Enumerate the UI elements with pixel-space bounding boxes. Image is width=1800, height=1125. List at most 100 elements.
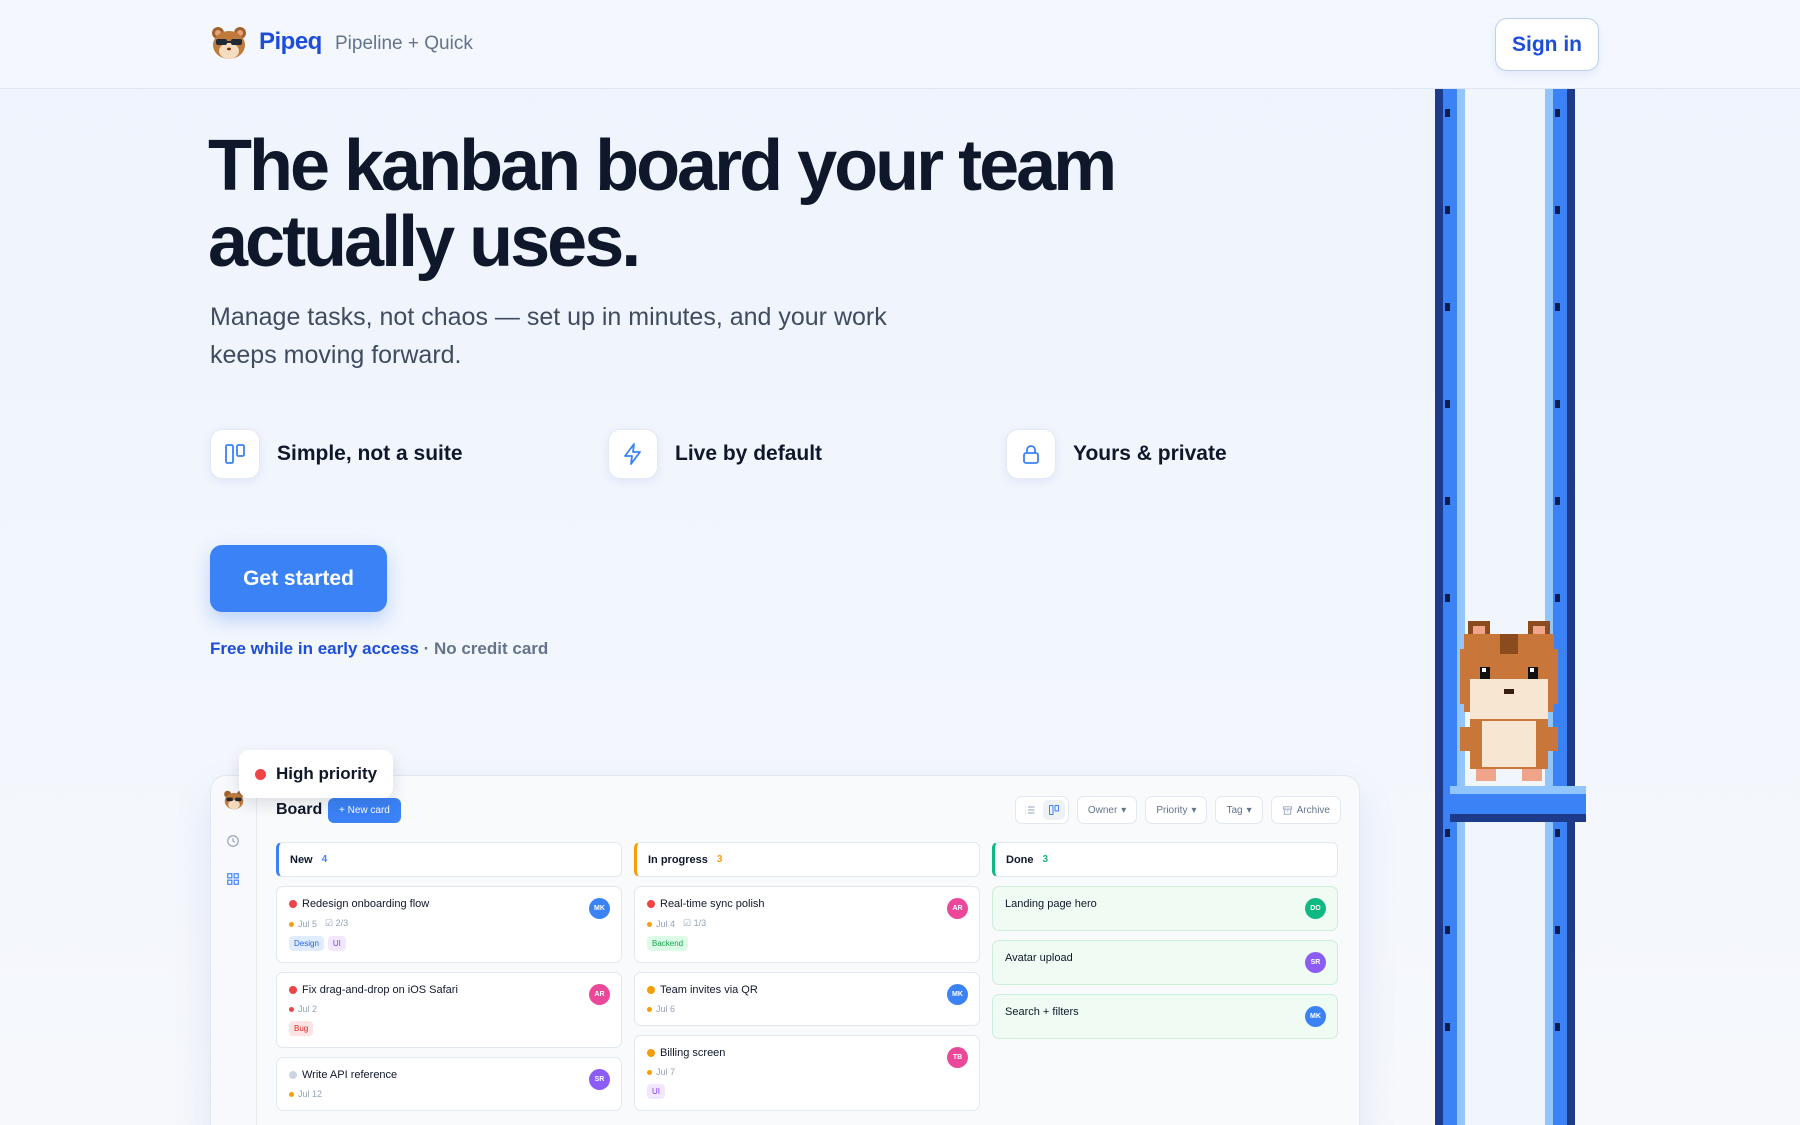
- chevron-down-icon: ▾: [1246, 804, 1252, 816]
- feature-simple: Simple, not a suite: [210, 428, 463, 480]
- badge-label: High priority: [276, 764, 378, 783]
- chevron-down-icon: ▾: [1191, 804, 1197, 816]
- get-started-button[interactable]: Get started: [210, 545, 387, 612]
- column-header[interactable]: New 4: [276, 842, 622, 877]
- owner-filter-label: Owner: [1087, 804, 1118, 816]
- column-name: Done: [1006, 853, 1034, 866]
- grid-icon[interactable]: [226, 872, 240, 886]
- card-date: Jul 12: [298, 1089, 323, 1099]
- card-title: Landing page hero: [1005, 898, 1097, 910]
- hamster-logo-icon[interactable]: [210, 26, 248, 60]
- hero-subhead: Manage tasks, not chaos — set up in minu…: [210, 303, 887, 369]
- pricing-note: Free while in early access · No credit c…: [210, 639, 548, 659]
- column-name: New: [290, 853, 313, 866]
- board-preview: Board + New card Owner ▾ Priority ▾ Tag ▾ A…: [210, 775, 1360, 1125]
- list-view-icon[interactable]: [1019, 800, 1041, 820]
- pixel-pipe-illustration: [1435, 89, 1586, 1125]
- task-card[interactable]: Real-time sync polish Jul 4 ☑ 1/3 Backend…: [634, 886, 980, 963]
- site-header: Pipeq Pipeline + Quick Sign in: [0, 0, 1800, 89]
- card-title: Team invites via QR: [660, 984, 758, 996]
- card-date: Jul 4: [656, 918, 676, 929]
- column-in-progress: In progress 3 Real-time sync polish Jul 4…: [634, 842, 980, 1111]
- card-date: Jul 2: [298, 1004, 318, 1014]
- avatar: MK: [1305, 1006, 1326, 1027]
- tag-filter-label: Tag: [1226, 804, 1243, 816]
- feature-private: Yours & private: [1006, 428, 1227, 480]
- view-toggle: [1014, 796, 1069, 824]
- card-subtasks: 2/3: [335, 918, 349, 928]
- task-card[interactable]: Search + filters MK: [992, 994, 1338, 1039]
- feature-live: Live by default: [608, 428, 822, 480]
- card-title: Billing screen: [660, 1047, 726, 1059]
- priority-dot: [647, 1049, 655, 1057]
- hamster-mascot-icon: [1460, 621, 1558, 781]
- sign-in-button[interactable]: Sign in: [1495, 18, 1599, 71]
- avatar: SR: [589, 1069, 610, 1090]
- priority-filter-label: Priority: [1156, 804, 1188, 816]
- tag-ui: UI: [647, 1084, 665, 1099]
- lock-icon: [1006, 429, 1056, 479]
- column-count: 3: [1042, 854, 1049, 865]
- clock-icon[interactable]: [226, 834, 240, 848]
- card-subtasks: 1/3: [693, 918, 707, 928]
- card-title: Redesign onboarding flow: [302, 898, 430, 910]
- task-card[interactable]: Avatar upload SR: [992, 940, 1338, 985]
- priority-dot: [289, 900, 297, 908]
- card-date: Jul 6: [656, 1004, 676, 1014]
- card-date: Jul 7: [656, 1067, 676, 1077]
- tag-ui: UI: [327, 936, 346, 951]
- tag-filter[interactable]: Tag ▾: [1215, 796, 1263, 824]
- archive-label: Archive: [1296, 804, 1330, 816]
- no-credit-card-text: · No credit card: [418, 639, 549, 658]
- owner-filter[interactable]: Owner ▾: [1076, 796, 1138, 824]
- column-header[interactable]: In progress 3: [634, 842, 980, 877]
- early-access-link[interactable]: Free while in early access: [210, 639, 419, 658]
- priority-filter[interactable]: Priority ▾: [1145, 796, 1208, 824]
- column-count: 3: [716, 854, 723, 865]
- hero-headline: The kanban board your team actually uses…: [208, 126, 1117, 282]
- avatar: TB: [947, 1047, 968, 1068]
- task-card[interactable]: Team invites via QR Jul 6 MK: [634, 972, 980, 1026]
- task-card[interactable]: Fix drag-and-drop on iOS Safari Jul 2 Bu…: [276, 972, 622, 1048]
- card-title: Write API reference: [302, 1069, 398, 1081]
- checklist-icon: ☑ 1/3: [683, 918, 707, 928]
- feature-label: Yours & private: [1073, 442, 1227, 465]
- task-card[interactable]: Write API reference Jul 12 SR: [276, 1057, 622, 1111]
- chevron-down-icon: ▾: [1121, 804, 1127, 816]
- avatar: AR: [589, 984, 610, 1005]
- tag-bug: Bug: [289, 1021, 314, 1036]
- column-count: 4: [321, 854, 328, 865]
- lightning-icon: [608, 429, 658, 479]
- tag-backend: Backend: [647, 936, 689, 951]
- archive-icon: [1282, 805, 1292, 815]
- card-title: Search + filters: [1005, 1006, 1079, 1018]
- board-toolbar: Owner ▾ Priority ▾ Tag ▾ Archive: [1014, 796, 1341, 824]
- task-card[interactable]: Redesign onboarding flow Jul 5 ☑ 2/3 Desi…: [276, 886, 622, 963]
- avatar: MK: [947, 984, 968, 1005]
- new-card-button[interactable]: + New card: [328, 798, 401, 823]
- checklist-icon: ☑ 2/3: [325, 918, 349, 928]
- task-card[interactable]: Landing page hero DO: [992, 886, 1338, 931]
- priority-dot: [647, 986, 655, 994]
- card-title: Fix drag-and-drop on iOS Safari: [302, 984, 458, 996]
- avatar: DO: [1305, 898, 1326, 919]
- avatar: SR: [1305, 952, 1326, 973]
- board-title: Board: [276, 801, 323, 818]
- brand-name[interactable]: Pipeq: [259, 28, 322, 56]
- priority-dot: [289, 1071, 297, 1079]
- column-name: In progress: [648, 853, 708, 866]
- high-priority-badge: High priority: [239, 750, 394, 798]
- task-card[interactable]: Billing screen Jul 7 UI TB: [634, 1035, 980, 1111]
- archive-button[interactable]: Archive: [1270, 796, 1341, 824]
- column-new: New 4 Redesign onboarding flow Jul 5 ☑ 2/3…: [276, 842, 622, 1111]
- brand-tagline: Pipeline + Quick: [335, 33, 473, 54]
- avatar: MK: [589, 898, 610, 919]
- tag-design: Design: [289, 936, 324, 951]
- avatar: AR: [947, 898, 968, 919]
- board-columns-icon: [210, 429, 260, 479]
- feature-label: Live by default: [675, 442, 823, 465]
- board-view-icon[interactable]: [1042, 800, 1065, 820]
- card-title: Avatar upload: [1005, 952, 1073, 964]
- column-header[interactable]: Done 3: [992, 842, 1338, 877]
- column-done: Done 3 Landing page hero DO Avatar upload…: [992, 842, 1338, 1039]
